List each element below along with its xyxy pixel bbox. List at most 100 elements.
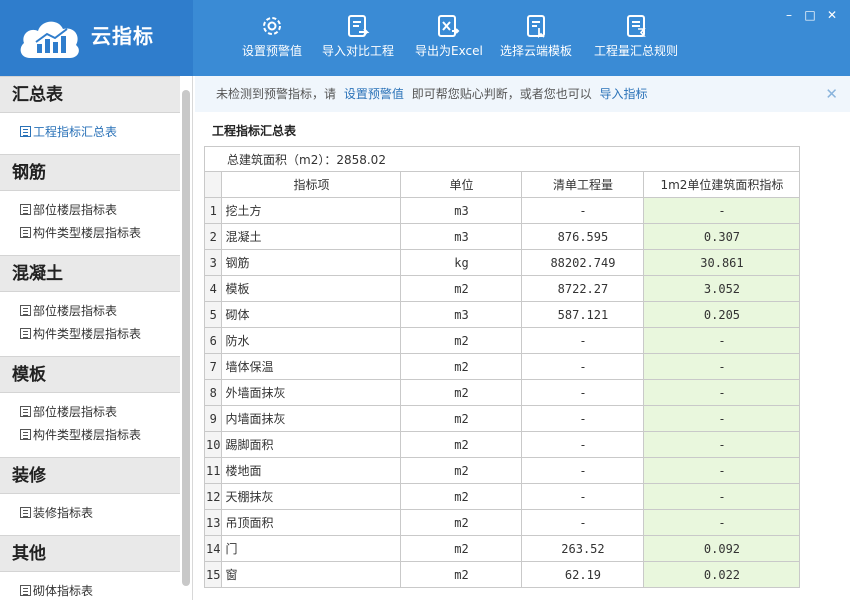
set-warning-button[interactable]: 设置预警值: [242, 0, 302, 76]
sidebar-item-formwork-floor-index[interactable]: 部位楼层指标表: [0, 401, 180, 424]
table-row[interactable]: 4 模板 m2 8722.27 3.052: [203, 275, 801, 302]
notice-close-icon[interactable]: ✕: [825, 76, 838, 112]
index-cell: 30.861: [643, 249, 801, 276]
index-cell: -: [643, 327, 801, 354]
section-rebar-title[interactable]: 钢筋: [0, 154, 180, 191]
unit-cell: kg: [400, 249, 523, 276]
cloud-template-button[interactable]: 选择云端模板: [500, 0, 574, 76]
import-index-link[interactable]: 导入指标: [600, 87, 648, 101]
table-row[interactable]: 10 踢脚面积 m2- -: [203, 431, 801, 458]
document-icon: [20, 126, 31, 137]
document-icon: [20, 328, 31, 339]
minimize-button[interactable]: –: [781, 8, 797, 22]
quantity-cell: 876.595: [521, 223, 645, 250]
index-cell: -: [643, 405, 801, 432]
header-item: 指标项: [221, 171, 402, 198]
document-icon: [20, 227, 31, 238]
unit-cell: m2: [400, 327, 523, 354]
item-name-cell: 窗: [221, 561, 402, 588]
row-number: 5: [203, 301, 223, 328]
row-number: 14: [203, 535, 223, 562]
index-cell: 0.307: [643, 223, 801, 250]
quantity-cell: 263.52: [521, 535, 645, 562]
table-row[interactable]: 13 吊顶面积 m2- -: [203, 509, 801, 536]
item-name-cell: 楼地面: [221, 457, 402, 484]
unit-cell: m3: [400, 223, 523, 250]
set-warning-label: 设置预警值: [242, 44, 303, 58]
sidebar-item-decoration-index[interactable]: 装修指标表: [0, 502, 180, 525]
row-number: 2: [203, 223, 223, 250]
table-row[interactable]: 1 挖土方 m3- -: [203, 197, 801, 224]
unit-cell: m2: [400, 275, 523, 302]
item-name-cell: 挖土方: [221, 197, 402, 224]
table-row[interactable]: 6 防水 m2- -: [203, 327, 801, 354]
header-quantity: 清单工程量: [521, 171, 645, 198]
sidebar-item-project-index-summary[interactable]: 工程指标汇总表: [0, 121, 180, 144]
section-summary-title[interactable]: 汇总表: [0, 76, 180, 113]
sidebar-scrollbar[interactable]: [182, 90, 190, 586]
sidebar-item-label: 工程指标汇总表: [33, 125, 118, 139]
quantity-cell: -: [521, 483, 645, 510]
table-row[interactable]: 14 门 m2 263.52 0.092: [203, 535, 801, 562]
unit-cell: m2: [400, 535, 523, 562]
sidebar-item-concrete-component-index[interactable]: 构件类型楼层指标表: [0, 323, 180, 346]
section-decoration-title[interactable]: 装修: [0, 457, 180, 494]
notice-text-2: 即可帮您贴心判断，或者您也可以: [411, 87, 592, 101]
table-row[interactable]: 11 楼地面 m2- -: [203, 457, 801, 484]
table-row[interactable]: 5 砌体 m3 587.121 0.205: [203, 301, 801, 328]
sidebar-item-masonry-index[interactable]: 砌体指标表: [0, 580, 180, 600]
unit-cell: m3: [400, 301, 523, 328]
app-header: 云指标 设置预警值 导入对比工程 导出为Excel 选择云端模板 工程量汇总规则…: [0, 0, 850, 76]
index-cell: -: [643, 379, 801, 406]
window-close-button[interactable]: ✕: [824, 8, 840, 22]
export-excel-label: 导出为Excel: [415, 44, 483, 58]
set-warning-link[interactable]: 设置预警值: [344, 87, 404, 101]
document-icon: [20, 406, 31, 417]
quantity-cell: 587.121: [521, 301, 645, 328]
row-number: 12: [203, 483, 223, 510]
index-cell: -: [643, 483, 801, 510]
quantity-cell: 8722.27: [521, 275, 645, 302]
unit-cell: m2: [400, 405, 523, 432]
sidebar-item-label: 构件类型楼层指标表: [33, 327, 142, 341]
header-unit: 单位: [400, 171, 523, 198]
sidebar-item-rebar-component-index[interactable]: 构件类型楼层指标表: [0, 222, 180, 245]
document-icon: [20, 305, 31, 316]
quantity-cell: -: [521, 431, 645, 458]
index-cell: 0.022: [643, 561, 801, 588]
summary-rules-button[interactable]: 工程量汇总规则: [594, 0, 680, 76]
unit-cell: m2: [400, 353, 523, 380]
cloud-template-label: 选择云端模板: [500, 44, 573, 58]
sidebar-item-formwork-component-index[interactable]: 构件类型楼层指标表: [0, 424, 180, 447]
table-row[interactable]: 15 窗 m2 62.19 0.022: [203, 561, 801, 588]
sidebar-item-concrete-floor-index[interactable]: 部位楼层指标表: [0, 300, 180, 323]
item-name-cell: 踢脚面积: [221, 431, 402, 458]
maximize-button[interactable]: □: [802, 8, 818, 22]
item-name-cell: 防水: [221, 327, 402, 354]
document-icon: [20, 429, 31, 440]
index-cell: -: [643, 197, 801, 224]
section-formwork-title[interactable]: 模板: [0, 356, 180, 393]
section-concrete-title[interactable]: 混凝土: [0, 255, 180, 292]
section-other-title[interactable]: 其他: [0, 535, 180, 572]
import-compare-button[interactable]: 导入对比工程: [322, 0, 394, 76]
table-row[interactable]: 9 内墙面抹灰 m2- -: [203, 405, 801, 432]
sidebar-item-label: 装修指标表: [33, 506, 94, 520]
quantity-cell: -: [521, 379, 645, 406]
sidebar-item-label: 部位楼层指标表: [33, 304, 118, 318]
table-row[interactable]: 2 混凝土 m3 876.595 0.307: [203, 223, 801, 250]
table-row[interactable]: 7 墙体保温 m2- -: [203, 353, 801, 380]
quantity-cell: -: [521, 197, 645, 224]
document-icon: [20, 204, 31, 215]
header-rownum: [203, 171, 223, 198]
export-excel-button[interactable]: 导出为Excel: [415, 0, 483, 76]
row-number: 6: [203, 327, 223, 354]
table-row[interactable]: 3 钢筋 kg 88202.749 30.861: [203, 249, 801, 276]
item-name-cell: 门: [221, 535, 402, 562]
table-row[interactable]: 8 外墙面抹灰 m2- -: [203, 379, 801, 406]
gear-icon: [263, 17, 281, 35]
sidebar-item-rebar-floor-index[interactable]: 部位楼层指标表: [0, 199, 180, 222]
row-number: 10: [203, 431, 223, 458]
item-name-cell: 混凝土: [221, 223, 402, 250]
table-row[interactable]: 12 天棚抹灰 m2- -: [203, 483, 801, 510]
